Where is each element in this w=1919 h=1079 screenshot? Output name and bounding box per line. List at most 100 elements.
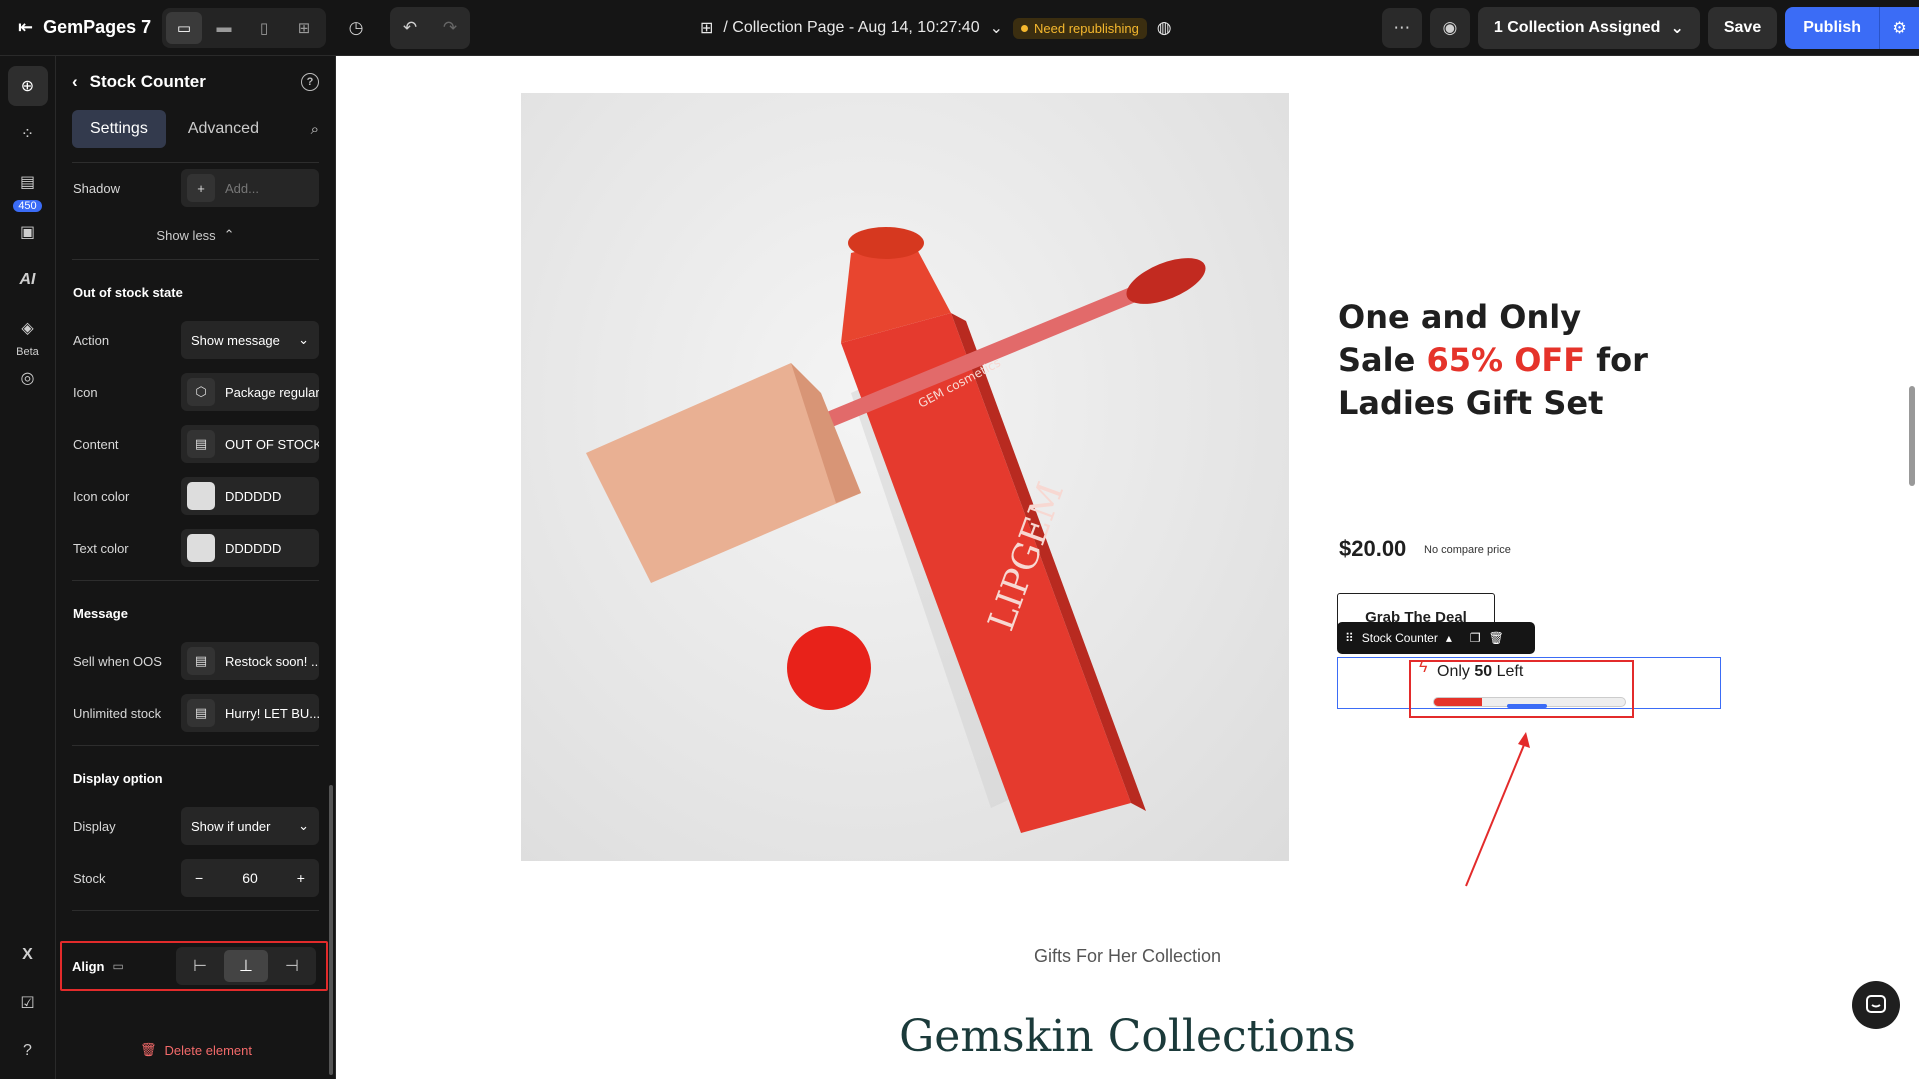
divider bbox=[72, 910, 319, 911]
icon-picker[interactable]: ⬡ Package regular bbox=[181, 373, 319, 411]
text-color-picker[interactable]: DDDDDD bbox=[181, 529, 319, 567]
theme-icon[interactable]: ◎ bbox=[8, 358, 48, 398]
divider bbox=[72, 580, 319, 581]
stock-counter-toolbar-label[interactable]: Stock Counter bbox=[1362, 631, 1438, 645]
lipgloss-illustration: LIPGEM GEM cosmetics bbox=[586, 227, 1206, 833]
headline-line-1: One and Only bbox=[1338, 298, 1582, 336]
shadow-add-field[interactable]: + Add... bbox=[181, 169, 319, 207]
stock-text-suffix: Left bbox=[1492, 663, 1524, 680]
back-chevron-icon[interactable]: ‹ bbox=[72, 72, 78, 92]
pages-icon[interactable]: ▤ bbox=[8, 162, 48, 202]
stock-text-prefix: Only bbox=[1437, 663, 1475, 680]
annotation-arrow bbox=[1465, 732, 1530, 887]
icon-row: Icon ⬡ Package regular bbox=[56, 366, 335, 418]
align-center-icon[interactable]: ⊥ bbox=[224, 950, 268, 982]
icon-color-picker[interactable]: DDDDDD bbox=[181, 477, 319, 515]
desktop-icon[interactable]: ▭ bbox=[166, 11, 202, 44]
unlimited-stock-field[interactable]: ▤ Hurry! LET BU... bbox=[181, 694, 319, 732]
product-image[interactable]: LIPGEM GEM cosmetics bbox=[521, 93, 1289, 861]
x-logo-icon[interactable]: X bbox=[8, 935, 48, 975]
action-value: Show message bbox=[191, 332, 280, 348]
top-bar: ⇤ GemPages 7 ▭ ▬ ▯ ⊞ ◷ ↶ ↷ ⊞ / Collectio… bbox=[0, 0, 1919, 56]
selection-indicator bbox=[1507, 704, 1547, 708]
preview-eye-icon[interactable]: ◉ bbox=[1429, 8, 1470, 48]
apps-icon[interactable]: ▣ bbox=[8, 212, 48, 252]
package-icon: ⬡ bbox=[187, 378, 215, 406]
divider bbox=[72, 259, 319, 260]
action-select[interactable]: Show message ⌄ bbox=[181, 321, 319, 359]
layers-icon[interactable]: ◈ bbox=[8, 308, 48, 348]
stock-value[interactable]: 60 bbox=[242, 870, 258, 886]
mobile-icon[interactable]: ▯ bbox=[246, 12, 282, 44]
show-less-toggle[interactable]: Show less ⌃ bbox=[56, 211, 335, 259]
stock-stepper[interactable]: − 60 + bbox=[181, 859, 319, 897]
collection-subtitle[interactable]: Gifts For Her Collection bbox=[336, 946, 1919, 967]
page-title[interactable]: / Collection Page - Aug 14, 10:27:40 bbox=[723, 19, 979, 37]
globe-icon[interactable]: ◍ bbox=[1157, 18, 1172, 38]
content-field[interactable]: ▤ OUT OF STOCK bbox=[181, 425, 319, 463]
sell-oos-label: Sell when OOS bbox=[73, 653, 162, 669]
save-button[interactable]: Save bbox=[1707, 7, 1778, 49]
panel-scrollbar[interactable] bbox=[329, 785, 333, 1075]
unlimited-stock-label: Unlimited stock bbox=[73, 705, 162, 721]
text-icon: ▤ bbox=[187, 699, 215, 727]
headline-discount: 65% OFF bbox=[1426, 341, 1586, 379]
publish-settings-gear-icon[interactable]: ⚙ bbox=[1879, 7, 1919, 49]
history-icon[interactable]: ◷ bbox=[336, 8, 376, 48]
layout-icon[interactable]: ⊞ bbox=[286, 12, 322, 44]
checklist-icon[interactable]: ☑ bbox=[8, 983, 48, 1023]
help-icon[interactable]: ? bbox=[8, 1031, 48, 1071]
unlimited-stock-row: Unlimited stock ▤ Hurry! LET BU... bbox=[56, 687, 335, 739]
add-element-icon[interactable]: ⊕ bbox=[7, 66, 48, 106]
out-of-stock-title: Out of stock state bbox=[73, 284, 183, 300]
stock-label: Stock bbox=[73, 870, 106, 886]
status-badge: Need republishing bbox=[1013, 17, 1147, 39]
align-buttons: ⊢ ⊥ ⊣ bbox=[176, 947, 316, 985]
chat-icon[interactable] bbox=[1852, 981, 1900, 1029]
trash-icon[interactable]: 🗑 bbox=[1489, 631, 1504, 645]
chevron-down-icon: ⌄ bbox=[298, 818, 309, 833]
delete-element-label: Delete element bbox=[164, 1042, 252, 1058]
undo-icon[interactable]: ↶ bbox=[390, 7, 430, 49]
more-icon[interactable]: ⋯ bbox=[1381, 8, 1422, 48]
product-headline[interactable]: One and Only Sale 65% OFF for Ladies Gif… bbox=[1338, 296, 1648, 425]
canvas-scrollbar[interactable] bbox=[1909, 386, 1915, 486]
duplicate-icon[interactable]: ❐ bbox=[1470, 631, 1481, 645]
page-title-area[interactable]: ⊞ / Collection Page - Aug 14, 10:27:40 ⌄… bbox=[700, 0, 1172, 56]
shadow-label: Shadow bbox=[73, 180, 120, 196]
tab-settings[interactable]: Settings bbox=[72, 110, 166, 148]
responsive-device-icon[interactable]: ▭ bbox=[113, 959, 124, 973]
collection-assigned-dropdown[interactable]: 1 Collection Assigned ⌄ bbox=[1477, 7, 1700, 49]
exit-icon[interactable]: ⇤ bbox=[18, 17, 33, 38]
collection-title[interactable]: Gemskin Collections bbox=[336, 1011, 1919, 1062]
action-label: Action bbox=[73, 332, 110, 348]
chevron-down-icon[interactable]: ⌄ bbox=[990, 18, 1003, 38]
display-select[interactable]: Show if under ⌄ bbox=[181, 807, 319, 845]
icon-label: Icon bbox=[73, 384, 98, 400]
text-icon: ▤ bbox=[187, 647, 215, 675]
ai-icon[interactable]: AI bbox=[8, 260, 48, 300]
content-row: Content ▤ OUT OF STOCK bbox=[56, 418, 335, 470]
app-logo[interactable]: ⇤ GemPages 7 bbox=[0, 17, 162, 38]
drag-handle-icon[interactable]: ⠿ bbox=[1345, 631, 1354, 645]
sections-icon[interactable]: ⁘ bbox=[8, 114, 48, 154]
chevron-down-icon: ⌄ bbox=[298, 332, 309, 347]
tab-advanced[interactable]: Advanced bbox=[170, 110, 277, 148]
delete-element-button[interactable]: 🗑 Delete element bbox=[56, 1030, 336, 1070]
minus-icon[interactable]: − bbox=[195, 870, 203, 886]
stock-counter-toolbar: ⠿ Stock Counter ▴ ❐ 🗑 bbox=[1337, 622, 1535, 654]
redo-icon[interactable]: ↷ bbox=[430, 7, 470, 49]
caret-up-icon[interactable]: ▴ bbox=[1446, 631, 1452, 645]
publish-button[interactable]: Publish bbox=[1785, 7, 1879, 49]
search-icon[interactable]: ⌕ bbox=[311, 121, 319, 138]
product-price[interactable]: $20.00 bbox=[1339, 536, 1406, 562]
help-icon[interactable]: ? bbox=[301, 73, 319, 91]
align-right-icon[interactable]: ⊣ bbox=[270, 950, 314, 982]
display-row: Display Show if under ⌄ bbox=[56, 800, 335, 852]
plus-icon[interactable]: + bbox=[297, 870, 305, 886]
tablet-landscape-icon[interactable]: ▬ bbox=[206, 12, 242, 44]
sell-oos-field[interactable]: ▤ Restock soon! ... bbox=[181, 642, 319, 680]
align-left-icon[interactable]: ⊢ bbox=[178, 950, 222, 982]
headline-line-2: Sale 65% OFF for bbox=[1338, 339, 1648, 382]
compare-price[interactable]: No compare price bbox=[1424, 544, 1511, 556]
